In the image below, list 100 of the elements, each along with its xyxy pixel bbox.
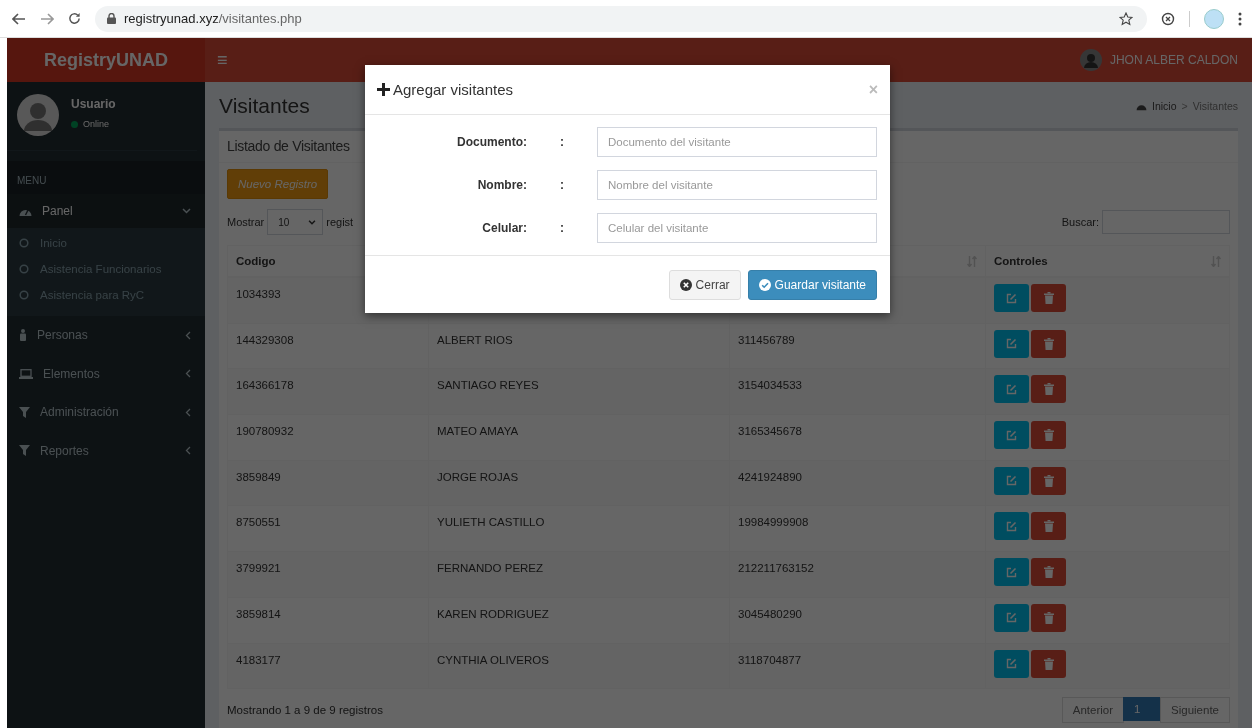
field-colon: : — [559, 178, 565, 192]
page-size-select[interactable]: 10 — [267, 209, 324, 235]
edit-button[interactable] — [994, 603, 1029, 632]
input-field[interactable]: Celular del visitante — [597, 213, 877, 243]
profile-icon[interactable] — [1204, 8, 1224, 29]
chevron-down-icon — [308, 219, 317, 225]
table-cell: 4183177 — [227, 643, 429, 689]
circle-icon — [19, 264, 29, 274]
star-icon[interactable] — [1119, 11, 1133, 26]
show-label: Mostrar — [227, 216, 265, 228]
chevron-left-icon — [185, 446, 191, 456]
page-title: Visitantes — [219, 94, 310, 118]
edit-button[interactable] — [994, 558, 1029, 587]
delete-button[interactable] — [1031, 649, 1066, 678]
edit-button[interactable] — [994, 649, 1029, 678]
edit-icon — [1006, 475, 1017, 487]
table-cell: 3154034533 — [729, 368, 986, 415]
close-button[interactable]: × — [868, 80, 878, 99]
table-cell: 3165345678 — [729, 414, 986, 461]
table-cell: CYNTHIA OLIVEROS — [428, 643, 730, 689]
field-colon: : — [559, 221, 565, 235]
menu-toggle[interactable]: ≡ — [213, 49, 232, 71]
delete-button[interactable] — [1031, 558, 1066, 587]
delete-button[interactable] — [1031, 466, 1066, 495]
table-cell: FERNANDO PEREZ — [428, 551, 730, 598]
table-cell: 144329308 — [227, 323, 429, 369]
pagination-button[interactable]: 1 — [1123, 697, 1162, 722]
trash-icon — [1043, 383, 1054, 396]
table-cell: 311456789 — [729, 323, 986, 369]
edit-button[interactable] — [994, 421, 1029, 450]
field-label: Documento: — [456, 135, 527, 149]
edit-icon — [1006, 658, 1017, 669]
edit-icon — [1006, 383, 1017, 395]
edit-icon — [1006, 429, 1017, 441]
delete-button[interactable] — [1031, 421, 1066, 450]
table-cell: 3118704877 — [729, 643, 986, 689]
edit-icon — [1006, 338, 1017, 350]
circle-icon — [19, 290, 29, 300]
more-menu-icon[interactable] — [1238, 11, 1242, 26]
table-cell: 3859849 — [227, 460, 429, 506]
pagination-button[interactable]: Anterior — [1061, 697, 1125, 724]
edit-button[interactable] — [994, 375, 1029, 404]
extension-icon[interactable] — [1161, 11, 1175, 26]
person-icon — [19, 329, 27, 342]
table-cell: 4241924890 — [729, 460, 986, 506]
user-name[interactable]: JHON ALBER CALDON — [1109, 53, 1238, 67]
filter-icon — [19, 406, 30, 418]
lock-icon — [107, 13, 116, 24]
edit-button[interactable] — [994, 284, 1029, 312]
delete-button[interactable] — [1031, 375, 1066, 404]
table-cell: MATEO AMAYA — [428, 414, 730, 461]
trash-icon — [1043, 337, 1054, 350]
input-field[interactable]: Documento del visitante — [597, 127, 877, 157]
user-name: Usuario — [71, 97, 116, 111]
forward-arrow-icon[interactable] — [40, 12, 54, 25]
new-record-button[interactable]: Nuevo Registro — [227, 169, 329, 199]
table-cell: 8750551 — [227, 505, 429, 552]
edit-button[interactable] — [994, 466, 1029, 495]
edit-button[interactable] — [994, 512, 1029, 541]
trash-icon — [1043, 429, 1054, 442]
circle-icon — [19, 238, 29, 248]
breadcrumb-separator: > — [1181, 100, 1188, 112]
avatar-icon[interactable] — [1079, 49, 1102, 71]
trash-icon — [1043, 474, 1054, 487]
url-text: registryunad.xyz/visitantes.php — [124, 11, 303, 26]
show-suffix: regist — [326, 216, 354, 228]
edit-button[interactable] — [994, 329, 1029, 358]
chevron-left-icon — [185, 369, 191, 379]
trash-icon — [1043, 611, 1054, 624]
breadcrumb-link[interactable]: Inicio — [1152, 100, 1177, 112]
edit-icon — [1006, 612, 1017, 624]
pagination-button[interactable]: Siguiente — [1160, 697, 1230, 724]
delete-button[interactable] — [1031, 284, 1066, 312]
save-button[interactable]: Guardar visitante — [747, 270, 877, 300]
table-cell: KAREN RODRIGUEZ — [428, 597, 730, 643]
field-label: Celular: — [481, 221, 527, 235]
back-arrow-icon[interactable] — [12, 12, 26, 25]
close-button[interactable]: Cerrar — [668, 270, 741, 300]
app-logo[interactable]: RegistryUNAD — [7, 38, 205, 82]
filter-icon — [19, 445, 30, 457]
table-cell: 190780932 — [227, 414, 429, 461]
laptop-icon — [19, 368, 33, 379]
modal-title: Agregar visitantes — [393, 81, 514, 98]
address-bar[interactable]: registryunad.xyz/visitantes.php — [95, 5, 1147, 32]
delete-button[interactable] — [1031, 329, 1066, 358]
chevron-left-icon — [185, 407, 191, 417]
input-field[interactable]: Nombre del visitante — [597, 170, 877, 200]
table-cell: SANTIAGO REYES — [428, 368, 730, 415]
table-cell: JORGE ROJAS — [428, 460, 730, 506]
delete-button[interactable] — [1031, 512, 1066, 541]
edit-icon — [1006, 292, 1017, 304]
close-circle-icon — [679, 279, 692, 291]
trash-icon — [1043, 657, 1054, 670]
chevron-down-icon — [182, 208, 191, 214]
table-cell: 3045480290 — [729, 597, 986, 643]
plus-icon — [377, 83, 390, 96]
reload-icon[interactable] — [68, 12, 81, 25]
field-label: Nombre: — [476, 178, 527, 192]
chevron-left-icon — [185, 330, 191, 340]
delete-button[interactable] — [1031, 603, 1066, 632]
